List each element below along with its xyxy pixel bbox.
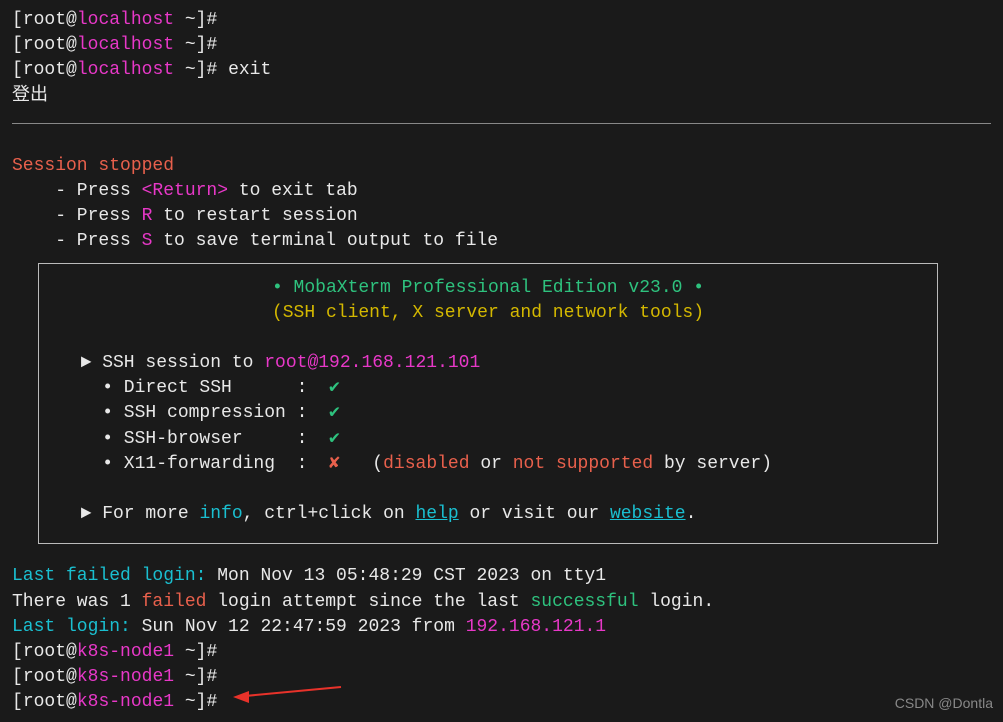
session-stopped: Session stopped	[12, 154, 991, 179]
failed-attempts: There was 1 failed login attempt since t…	[12, 590, 991, 615]
prompt-new-2: [root@k8s-node1 ~]#	[12, 665, 991, 690]
divider	[12, 123, 991, 124]
cross-icon: ✘	[329, 454, 340, 474]
check-icon: ✔	[329, 378, 340, 398]
logout-text: 登出	[12, 84, 991, 109]
watermark: CSDN @Dontla	[895, 694, 993, 714]
prompt-line-2: [root@localhost ~]#	[12, 33, 991, 58]
prompt-line-exit: [root@localhost ~]# exit	[12, 58, 991, 83]
info-link[interactable]: info	[199, 504, 242, 524]
hint-return: - Press <Return> to exit tab	[12, 179, 991, 204]
prompt-line-1: [root@localhost ~]#	[12, 8, 991, 33]
help-link[interactable]: help	[415, 504, 458, 524]
hint-restart: - Press R to restart session	[12, 204, 991, 229]
prompt-new-3: [root@k8s-node1 ~]#	[12, 690, 991, 715]
banner-title: • MobaXterm Professional Edition v23.0 •	[59, 276, 917, 301]
blank	[59, 477, 917, 502]
ssh-session: ► SSH session to root@192.168.121.101	[59, 351, 917, 376]
more-info-line: ► For more info, ctrl+click on help or v…	[59, 502, 917, 527]
check-icon: ✔	[329, 403, 340, 423]
blank	[59, 326, 917, 351]
feat-ssh-compression: • SSH compression : ✔	[59, 401, 917, 426]
prompt-new-1: [root@k8s-node1 ~]#	[12, 640, 991, 665]
feat-direct-ssh: • Direct SSH : ✔	[59, 376, 917, 401]
banner-subtitle: (SSH client, X server and network tools)	[59, 301, 917, 326]
feat-x11-forwarding: • X11-forwarding : ✘ (disabled or not su…	[59, 452, 917, 477]
arrow-annotation-icon	[233, 683, 343, 707]
mobaxterm-banner-box: • MobaXterm Professional Edition v23.0 •…	[38, 263, 938, 545]
hint-save: - Press S to save terminal output to fil…	[12, 229, 991, 254]
last-failed-login: Last failed login: Mon Nov 13 05:48:29 C…	[12, 564, 991, 589]
check-icon: ✔	[329, 429, 340, 449]
website-link[interactable]: website	[610, 504, 686, 524]
last-login: Last login: Sun Nov 12 22:47:59 2023 fro…	[12, 615, 991, 640]
feat-ssh-browser: • SSH-browser : ✔	[59, 427, 917, 452]
